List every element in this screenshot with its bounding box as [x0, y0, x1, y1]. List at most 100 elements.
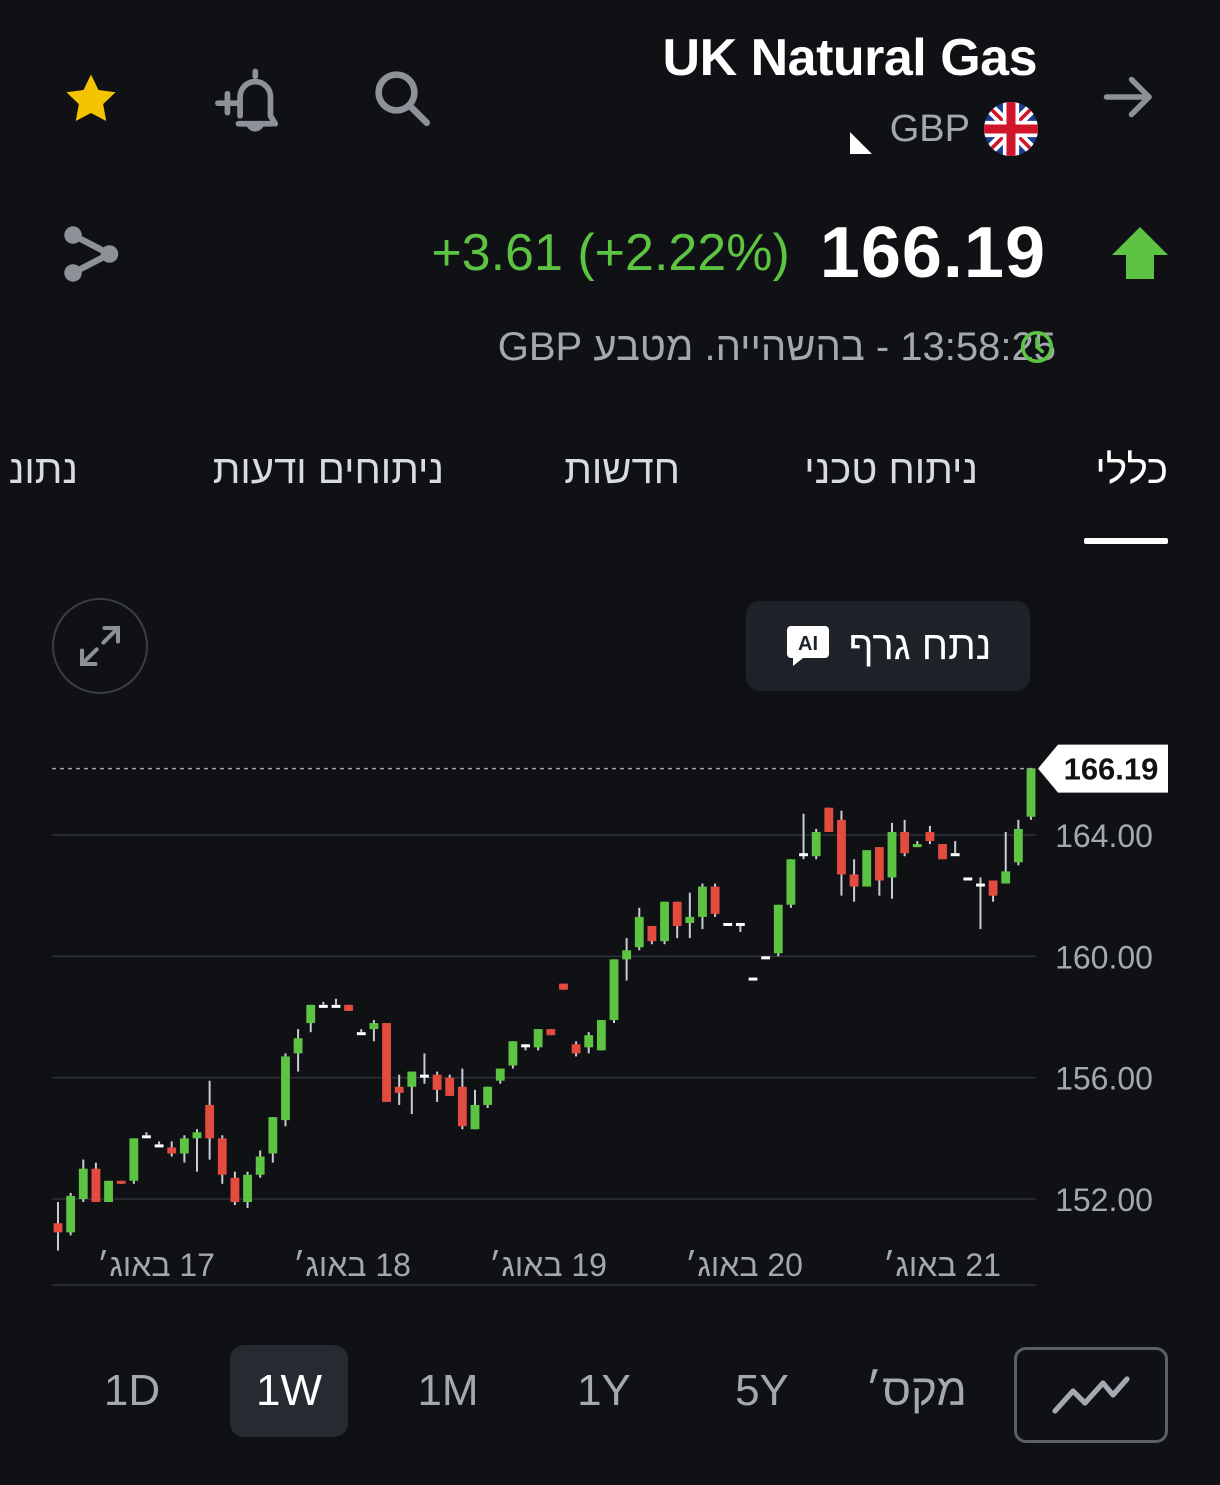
chart-type-button[interactable]	[1014, 1347, 1168, 1443]
price-change: +3.61 (+2.22%)	[431, 224, 790, 282]
candle-body	[432, 1074, 442, 1090]
candle-body	[571, 1044, 581, 1054]
add-alert-button[interactable]	[208, 60, 288, 140]
candle-body	[116, 1180, 126, 1184]
tab-data[interactable]: נתונ	[0, 440, 78, 500]
range-5y[interactable]: 5Y	[706, 1345, 818, 1437]
candle-body	[281, 1056, 290, 1121]
expand-chart-button[interactable]	[52, 598, 148, 694]
candle-body	[761, 956, 771, 960]
search-icon	[375, 71, 431, 127]
price-row: +3.61 (+2.22%) 166.19	[431, 208, 1170, 298]
star-icon	[66, 74, 116, 121]
candle-body	[685, 916, 695, 923]
range-1m[interactable]: 1M	[392, 1345, 504, 1437]
tab-data-label: נתונ	[8, 448, 78, 492]
candle-body	[369, 1023, 379, 1030]
candle-body	[723, 922, 733, 926]
x-tick-label: 21 באוג׳	[883, 1247, 1001, 1283]
x-tick-label: 17 באוג׳	[97, 1247, 215, 1283]
candle-body	[192, 1132, 202, 1139]
candle-body	[483, 1086, 493, 1105]
candle-body	[91, 1168, 101, 1203]
candle-body	[129, 1138, 139, 1181]
candle-body	[268, 1117, 278, 1154]
candle-body	[1026, 768, 1036, 817]
candle-body	[963, 877, 973, 881]
candle-body	[217, 1138, 227, 1175]
tab-technical-analysis[interactable]: ניתוח טכני	[804, 440, 978, 500]
analyze-chart-ai-button[interactable]: AI נתח גרף	[746, 601, 1030, 691]
candle-body	[331, 1004, 341, 1008]
candle-body	[647, 926, 657, 942]
last-price-tag-text: 166.19	[1064, 752, 1159, 787]
currency-code: GBP	[889, 107, 970, 150]
candle-body	[205, 1104, 215, 1139]
candle-body	[394, 1086, 404, 1093]
forward-button[interactable]	[1094, 62, 1164, 132]
range-max[interactable]: מקס׳	[856, 1345, 976, 1437]
arrow-up-icon	[1112, 227, 1168, 279]
favorite-star-button[interactable]	[56, 64, 126, 134]
candle-body	[230, 1177, 240, 1203]
candle-body	[874, 847, 884, 881]
chart-candles	[53, 768, 1036, 1251]
candle-body	[912, 844, 922, 848]
tab-general[interactable]: כללי	[1095, 440, 1168, 500]
chart-y-axis: 164.00 160.00 156.00 152.00	[1055, 818, 1153, 1218]
candle-body	[382, 1023, 391, 1102]
candle-body	[584, 1035, 594, 1048]
candle-body	[255, 1156, 265, 1175]
forward-arrow-icon	[1103, 76, 1152, 118]
candle-body	[660, 901, 669, 942]
candle-body	[66, 1195, 76, 1233]
search-button[interactable]	[364, 60, 440, 136]
candle-body	[1013, 828, 1023, 863]
range-1d[interactable]: 1D	[76, 1345, 188, 1437]
price-chart[interactable]: 164.00 160.00 156.00 152.00 17 באוג׳ 18 באוג…	[0, 700, 1220, 1300]
candle-body	[142, 1135, 151, 1139]
candle-body	[243, 1174, 252, 1203]
candle-body	[900, 831, 910, 854]
candle-body	[407, 1071, 417, 1087]
candle-body	[521, 1044, 530, 1048]
candle-body	[167, 1147, 177, 1154]
candle-body	[976, 883, 985, 887]
tab-analysis-opinion[interactable]: ניתוחים ודעות	[213, 440, 444, 500]
candle-body	[887, 831, 897, 878]
instrument-title: UK Natural Gas	[662, 29, 1038, 87]
expand-icon	[79, 625, 121, 667]
candle-body	[420, 1074, 429, 1078]
clock-indicator	[1018, 328, 1056, 366]
candle-body	[318, 1004, 328, 1008]
y-tick-label: 152.00	[1055, 1182, 1153, 1218]
candle-body	[1001, 871, 1011, 884]
candle-body	[344, 1004, 354, 1011]
chart-last-price: 166.19	[52, 744, 1168, 793]
last-price: 166.19	[819, 213, 1046, 293]
candle-body	[356, 1032, 366, 1036]
x-tick-label: 18 באוג׳	[293, 1247, 411, 1283]
range-1w[interactable]: 1W	[230, 1345, 348, 1437]
chart-grid	[52, 834, 1036, 1286]
y-tick-label: 156.00	[1055, 1061, 1153, 1097]
candle-body	[950, 853, 960, 857]
candle-body	[53, 1223, 63, 1233]
currency-row: GBP	[849, 102, 1038, 156]
range-1y[interactable]: 1Y	[548, 1345, 660, 1437]
x-tick-label: 19 באוג׳	[489, 1247, 607, 1283]
candle-body	[862, 850, 872, 887]
triangle-marker-icon	[849, 132, 872, 154]
tab-news[interactable]: חדשות	[564, 440, 680, 500]
chart-x-axis: 17 באוג׳ 18 באוג׳ 19 באוג׳ 20 באוג׳ 21 באוג׳	[97, 1247, 1001, 1283]
share-button[interactable]	[54, 216, 130, 292]
candle-body	[445, 1077, 455, 1096]
candle-body	[938, 844, 947, 860]
analyze-chart-label: נתח גרף	[848, 623, 992, 668]
candle-body	[457, 1086, 467, 1127]
uk-flag-icon	[984, 102, 1038, 156]
share-icon	[64, 226, 119, 282]
y-tick-label: 160.00	[1055, 939, 1153, 975]
candle-body	[773, 904, 783, 954]
candle-body	[634, 916, 644, 948]
